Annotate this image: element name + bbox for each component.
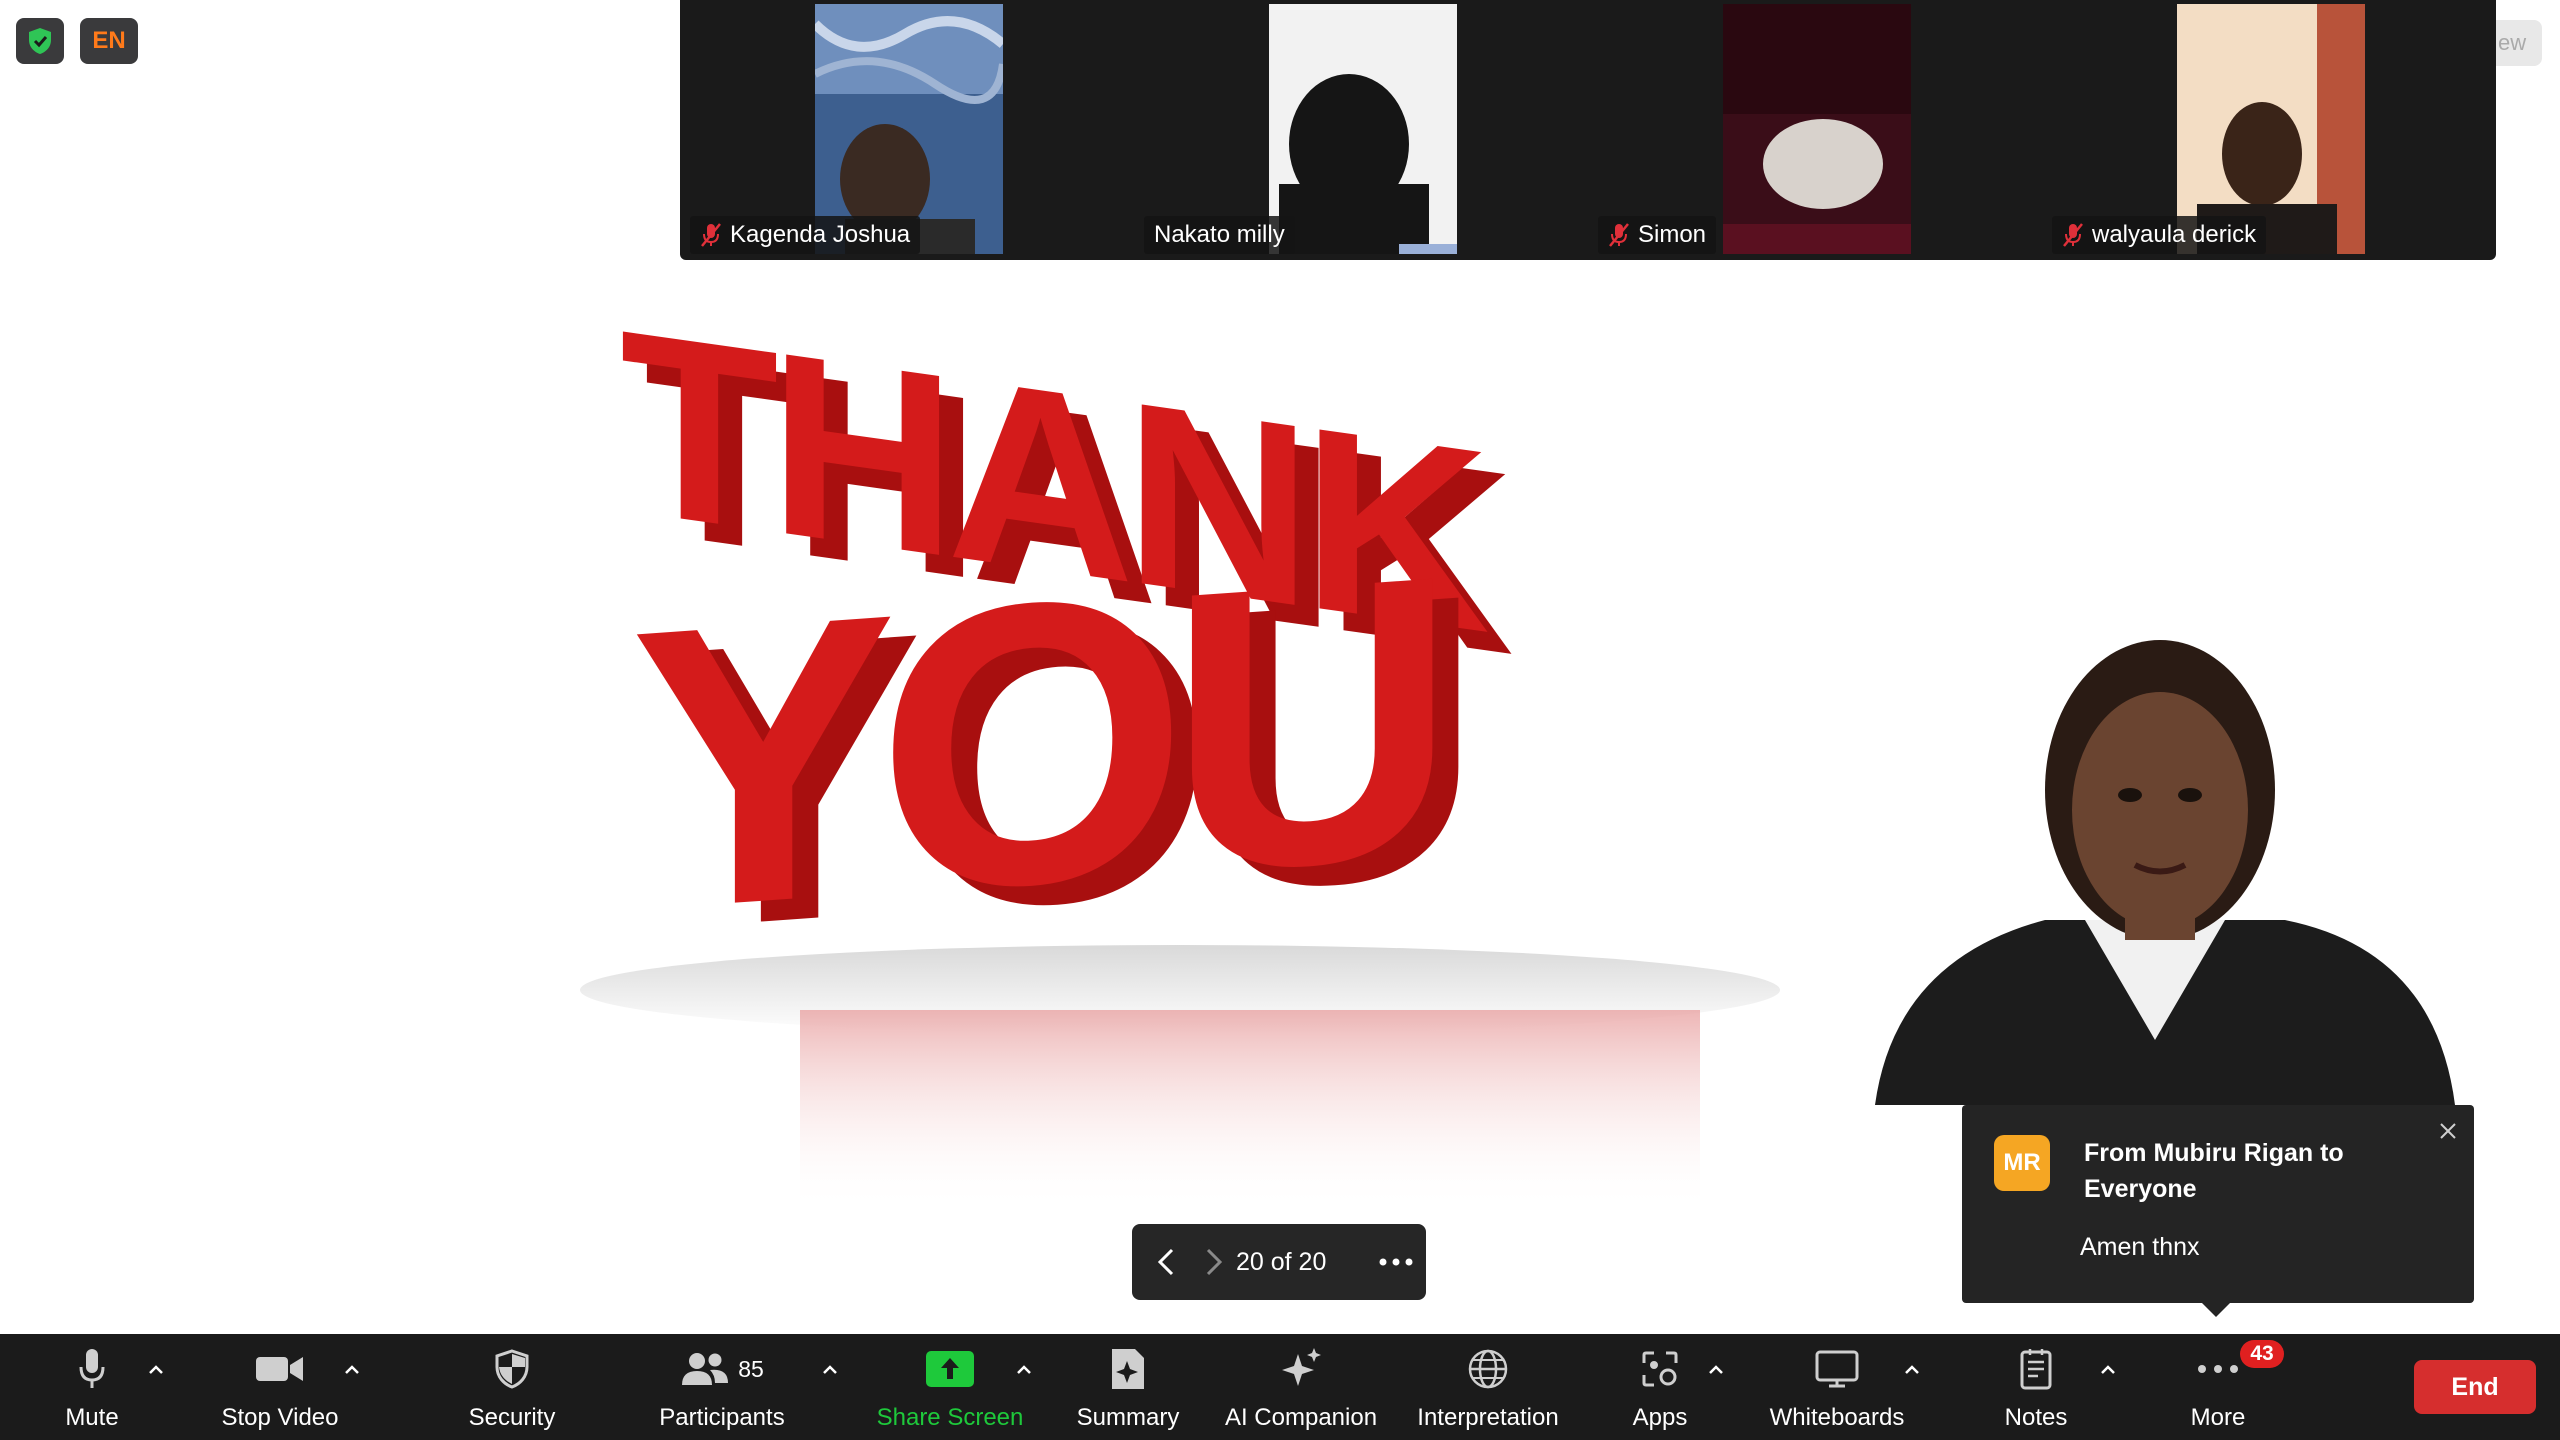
slide-more-options-button[interactable] [1366,1224,1426,1300]
participant-name: walyaula derick [2092,221,2257,248]
ai-companion-button[interactable]: AI Companion [1220,1334,1382,1440]
security-button[interactable]: Security [452,1334,572,1440]
next-slide-button[interactable] [1196,1224,1232,1300]
participant-video [1723,4,1911,254]
participants-label: Participants [659,1404,785,1431]
chevron-up-icon [1905,1365,1919,1374]
apps-options-caret[interactable] [1702,1358,1730,1382]
participant-nameplate: walyaula derick [2052,216,2267,254]
shield-check-icon [29,28,51,54]
video-tile[interactable]: Kagenda Joshua [680,0,1134,260]
presenter-video [1875,640,2455,1105]
chevron-up-icon [1709,1365,1723,1374]
participant-name: Nakato milly [1154,221,1285,248]
more-notification-badge: 43 [2240,1340,2284,1368]
participant-name: Simon [1638,221,1707,248]
apps-icon [1642,1351,1678,1387]
slide-pager: 20 of 20 [1132,1224,1426,1300]
more-label: More [2190,1404,2246,1431]
sparkle-icon [1282,1348,1321,1386]
chevron-up-icon [823,1365,837,1374]
participant-video [1269,4,1457,254]
notes-icon [2020,1349,2052,1390]
share-screen-label: Share Screen [876,1404,1024,1431]
participants-button[interactable]: 85 Participants [652,1334,792,1440]
interpretation-label: Interpretation [1417,1404,1559,1431]
audio-options-caret[interactable] [142,1358,170,1382]
whiteboard-icon [1815,1350,1859,1388]
interpretation-button[interactable]: Interpretation [1408,1334,1568,1440]
globe-icon [1468,1349,1508,1389]
chevron-up-icon [2101,1365,2115,1374]
chevron-up-icon [1017,1365,1031,1374]
mic-muted-icon [701,223,721,247]
ellipsis-icon [1379,1258,1413,1266]
shield-icon [495,1349,529,1389]
microphone-icon [79,1349,105,1388]
chevron-left-icon [1157,1248,1174,1276]
notes-button[interactable]: Notes [1976,1334,2096,1440]
share-screen-button[interactable]: Share Screen [870,1334,1030,1440]
chevron-right-icon [1206,1248,1223,1276]
chevron-up-icon [149,1365,163,1374]
participants-options-caret[interactable] [816,1358,844,1382]
participant-nameplate: Simon [1598,216,1717,254]
summary-label: Summary [1076,1404,1180,1431]
participant-nameplate: Kagenda Joshua [690,216,921,254]
slide-page-counter: 20 of 20 [1236,1247,1327,1276]
encryption-shield-badge[interactable] [16,18,64,64]
meeting-window: EN Kagenda Joshua Nakato milly Simon wal… [0,0,2560,1440]
svg-text:YOU: YOU [630,491,1437,995]
stop-video-button[interactable]: Stop Video [210,1334,350,1440]
close-notification-button[interactable] [2434,1117,2462,1145]
video-tile[interactable]: Nakato milly [1134,0,1588,260]
view-toggle-tab[interactable]: ew [2496,20,2542,66]
chat-sender-line: From Mubiru Rigan to Everyone [2084,1139,2344,1203]
participant-name: Kagenda Joshua [730,221,911,248]
chat-notification[interactable]: MR From Mubiru Rigan to Everyone Amen th… [1962,1105,2474,1317]
previous-slide-button[interactable] [1136,1224,1196,1300]
participants-icon [682,1353,729,1385]
security-label: Security [468,1404,556,1431]
apps-button[interactable]: Apps [1610,1334,1710,1440]
notes-options-caret[interactable] [2094,1358,2122,1382]
participant-count: 85 [738,1355,764,1382]
participant-nameplate: Nakato milly [1144,216,1295,254]
whiteboards-label: Whiteboards [1769,1404,1905,1431]
chat-message-text: Amen thnx [2080,1233,2200,1261]
end-meeting-button[interactable]: End [2414,1360,2536,1414]
summary-document-icon [1112,1349,1144,1389]
thank-you-slide-image: THANK THANK YOU YOU [580,275,1780,1210]
mic-muted-icon [2063,223,2083,247]
close-icon [2440,1123,2456,1139]
share-screen-icon [926,1351,974,1387]
mute-button[interactable]: Mute [40,1334,144,1440]
stop-video-label: Stop Video [221,1404,339,1431]
video-tile[interactable]: Simon [1588,0,2042,260]
summary-button[interactable]: Summary [1068,1334,1188,1440]
video-tile[interactable]: walyaula derick [2042,0,2496,260]
mute-label: Mute [65,1404,119,1431]
whiteboards-button[interactable]: Whiteboards [1762,1334,1912,1440]
notes-label: Notes [2004,1404,2068,1431]
meeting-toolbar: Mute Stop Video Security 85 Participants… [0,1334,2560,1440]
ellipsis-icon [2198,1365,2238,1373]
video-camera-icon [256,1357,303,1381]
video-options-caret[interactable] [338,1358,366,1382]
ai-companion-label: AI Companion [1224,1404,1378,1431]
language-badge[interactable]: EN [80,18,138,64]
share-options-caret[interactable] [1010,1358,1038,1382]
view-tab-label: ew [2498,30,2527,55]
apps-label: Apps [1632,1404,1688,1431]
video-strip: Kagenda Joshua Nakato milly Simon walyau… [680,0,2496,260]
mic-muted-icon [1609,223,1629,247]
sender-avatar: MR [1994,1135,2050,1191]
whiteboards-options-caret[interactable] [1898,1358,1926,1382]
chevron-up-icon [345,1365,359,1374]
